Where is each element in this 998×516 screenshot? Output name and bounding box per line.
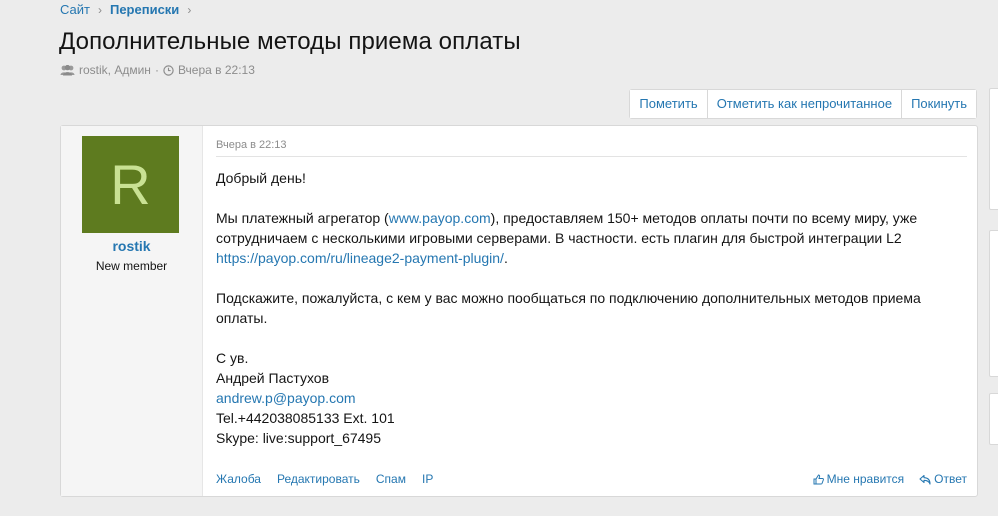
reply-button[interactable]: Ответ — [919, 472, 967, 486]
report-link[interactable]: Жалоба — [216, 472, 261, 486]
edit-link[interactable]: Редактировать — [277, 472, 360, 486]
greeting: Добрый день! — [216, 170, 306, 186]
side-widget — [989, 88, 998, 210]
page-title: Дополнительные методы приема оплаты — [59, 28, 521, 55]
email-link[interactable]: andrew.p@payop.com — [216, 390, 356, 406]
message-main: Вчера в 22:13 Добрый день! Мы платежный … — [216, 126, 967, 496]
breadcrumb-separator: › — [187, 2, 192, 17]
mark-unread-button[interactable]: Отметить как непрочитанное — [707, 90, 903, 118]
meta-separator: · — [154, 63, 159, 77]
username[interactable]: rostik — [61, 238, 202, 254]
signature-tel: Tel.+442038085133 Ext. 101 — [216, 410, 395, 426]
message-paragraph: Подскажите, пожалуйста, с кем у вас можн… — [216, 290, 921, 326]
like-label: Мне нравится — [826, 472, 905, 486]
spam-link[interactable]: Спам — [376, 472, 406, 486]
avatar[interactable]: R — [82, 136, 179, 233]
message-body: Добрый день! Мы платежный агрегатор (www… — [216, 168, 967, 448]
message: R rostik New member Вчера в 22:13 Добрый… — [60, 125, 978, 497]
thread-actions: Пометить Отметить как непрочитанное Поки… — [629, 89, 977, 119]
like-button[interactable]: Мне нравится — [813, 472, 905, 486]
leave-conversation-button[interactable]: Покинуть — [902, 90, 976, 118]
bookmark-button[interactable]: Пометить — [630, 90, 708, 118]
side-widget — [989, 393, 998, 445]
breadcrumb: Сайт › Переписки › — [60, 2, 199, 17]
message-footer: Жалоба Редактировать Спам IP Мне нравитс… — [216, 472, 967, 486]
ip-link[interactable]: IP — [422, 472, 433, 486]
signature-skype: Skype: live:support_67495 — [216, 430, 381, 446]
thread-date[interactable]: Вчера в 22:13 — [178, 63, 255, 77]
message-user-cell: R rostik New member — [61, 126, 203, 496]
message-paragraph: Мы платежный агрегатор (www.payop.com), … — [216, 208, 967, 268]
side-widget — [989, 230, 998, 377]
payop-link[interactable]: www.payop.com — [389, 210, 491, 226]
thumbs-up-icon — [813, 473, 824, 485]
divider — [216, 156, 967, 157]
plugin-link[interactable]: https://payop.com/ru/lineage2-payment-pl… — [216, 250, 504, 266]
breadcrumb-item-conversations[interactable]: Переписки — [110, 2, 179, 17]
signature-regards: С ув. — [216, 350, 249, 366]
message-date[interactable]: Вчера в 22:13 — [216, 139, 287, 151]
avatar-letter: R — [110, 152, 151, 216]
paragraph-text: . — [503, 250, 508, 266]
user-title: New member — [95, 259, 168, 273]
reply-icon — [919, 474, 931, 485]
thread-meta: rostik, Админ · Вчера в 22:13 — [60, 63, 255, 77]
signature-name: Андрей Пастухов — [216, 370, 330, 386]
thread-participants[interactable]: rostik, Админ — [79, 63, 151, 77]
reply-label: Ответ — [934, 472, 967, 486]
paragraph-text: Мы платежный агрегатор ( — [216, 210, 389, 226]
breadcrumb-item-site[interactable]: Сайт — [60, 2, 90, 17]
users-icon — [60, 64, 75, 76]
breadcrumb-separator: › — [97, 2, 102, 17]
clock-icon — [163, 64, 174, 76]
